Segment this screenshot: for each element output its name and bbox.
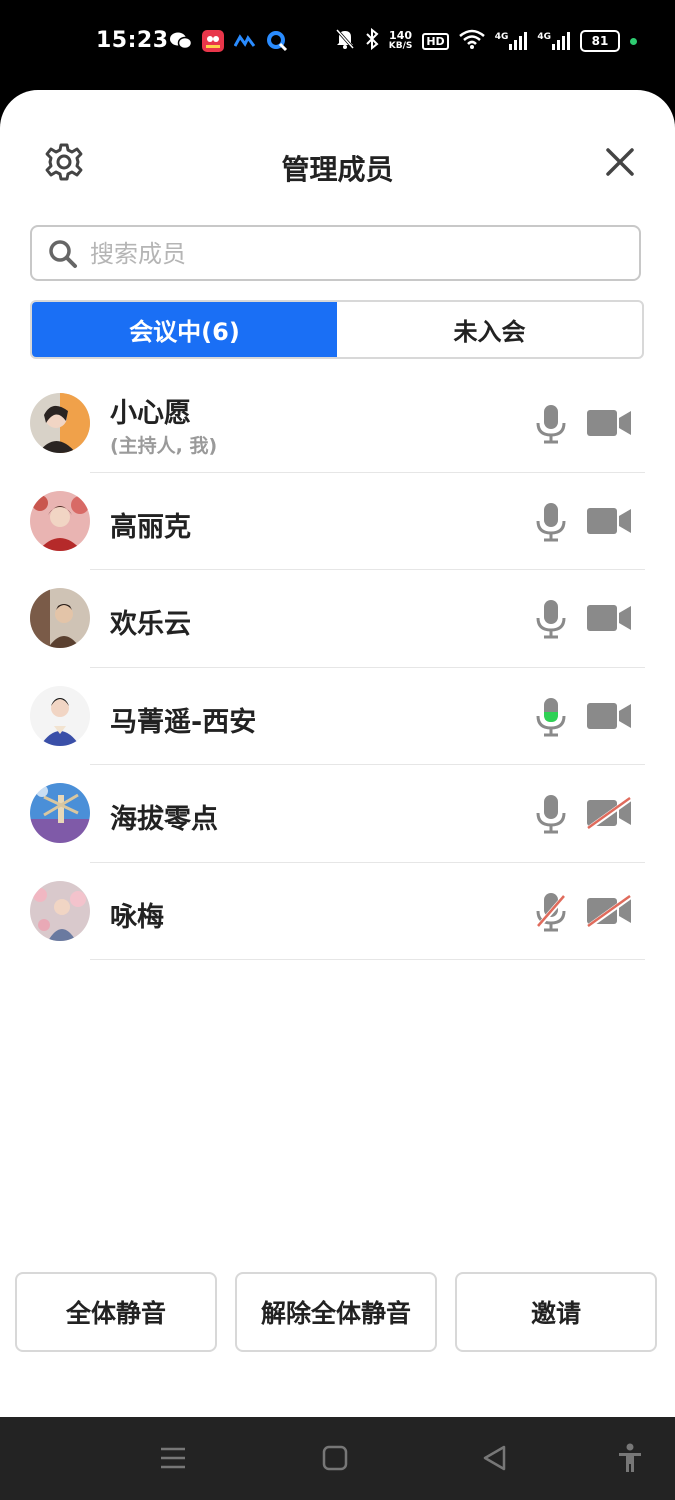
member-name: 马菁遥-西安	[110, 706, 257, 738]
search-box[interactable]	[30, 225, 641, 281]
app-q-icon	[266, 30, 288, 52]
video-camera-icon[interactable]	[586, 505, 632, 537]
member-name: 小心愿	[110, 398, 191, 429]
notification-icons	[170, 30, 288, 52]
microphone-speaking-icon[interactable]	[534, 696, 568, 738]
tab-in-meeting[interactable]: 会议中(6)	[32, 302, 337, 357]
wifi-icon	[458, 29, 485, 53]
member-tabs: 会议中(6) 未入会	[30, 300, 644, 359]
avatar	[30, 588, 90, 648]
microphone-icon[interactable]	[534, 793, 568, 835]
unmute-all-button[interactable]: 解除全体静音	[235, 1272, 437, 1352]
menu-icon[interactable]	[158, 1443, 188, 1473]
manage-members-sheet: 管理成员 会议中(6) 未入会 小心愿 (主持人, 我)	[0, 90, 675, 1417]
tab-not-joined[interactable]: 未入会	[337, 302, 642, 357]
search-input[interactable]	[88, 233, 632, 275]
member-name: 海拔零点	[110, 804, 218, 835]
close-icon[interactable]	[604, 146, 636, 178]
system-nav-bar	[0, 1417, 675, 1500]
member-name: 咏梅	[110, 901, 164, 933]
video-camera-icon[interactable]	[586, 602, 632, 634]
signal-4g-icon: 4G	[495, 32, 528, 50]
network-speed: 140 KB/S	[388, 29, 413, 51]
avatar	[30, 880, 90, 941]
hd-badge: HD	[422, 32, 449, 50]
mute-all-button[interactable]: 全体静音	[15, 1272, 217, 1352]
avatar	[30, 393, 90, 453]
microphone-icon[interactable]	[534, 403, 568, 445]
home-icon[interactable]	[320, 1443, 350, 1473]
member-row[interactable]: 咏梅	[0, 863, 675, 960]
microphone-off-icon[interactable]	[534, 891, 568, 933]
video-camera-icon[interactable]	[586, 407, 632, 439]
back-icon[interactable]	[480, 1443, 510, 1473]
member-row[interactable]: 马菁遥-西安	[0, 668, 675, 765]
divider	[90, 959, 645, 960]
status-bar: 15:23 140 KB/S HD 4G 4G 81	[0, 0, 675, 90]
member-row[interactable]: 海拔零点	[0, 765, 675, 863]
member-row[interactable]: 欢乐云	[0, 570, 675, 668]
status-time: 15:23	[96, 28, 169, 53]
member-role: (主持人, 我)	[110, 435, 218, 457]
member-row[interactable]: 高丽克	[0, 473, 675, 570]
page-title: 管理成员	[281, 153, 394, 186]
system-indicators: 140 KB/S HD 4G 4G 81	[335, 27, 637, 54]
wechat-icon	[170, 30, 192, 52]
video-camera-off-icon[interactable]	[586, 894, 632, 929]
member-name: 高丽克	[110, 511, 191, 543]
video-camera-off-icon[interactable]	[586, 796, 632, 832]
member-row[interactable]: 小心愿 (主持人, 我)	[0, 375, 675, 473]
video-camera-icon[interactable]	[586, 700, 632, 732]
search-icon	[48, 239, 78, 269]
avatar	[30, 685, 90, 746]
app-blue-icon	[234, 30, 256, 52]
member-list: 小心愿 (主持人, 我) 高丽克 欢乐云 马菁遥-西安 海拔零点 咏梅	[0, 375, 675, 960]
status-dot	[630, 37, 637, 45]
signal-4g-icon-2: 4G	[537, 32, 570, 50]
app-red-icon	[202, 30, 224, 52]
microphone-icon[interactable]	[534, 501, 568, 543]
avatar	[30, 490, 90, 551]
accessibility-icon[interactable]	[615, 1443, 645, 1473]
microphone-icon[interactable]	[534, 598, 568, 640]
bluetooth-icon	[365, 27, 379, 54]
battery-icon: 81	[580, 30, 620, 52]
mute-notification-icon	[335, 28, 355, 54]
invite-button[interactable]: 邀请	[455, 1272, 657, 1352]
member-name: 欢乐云	[110, 609, 191, 640]
avatar	[30, 783, 90, 843]
